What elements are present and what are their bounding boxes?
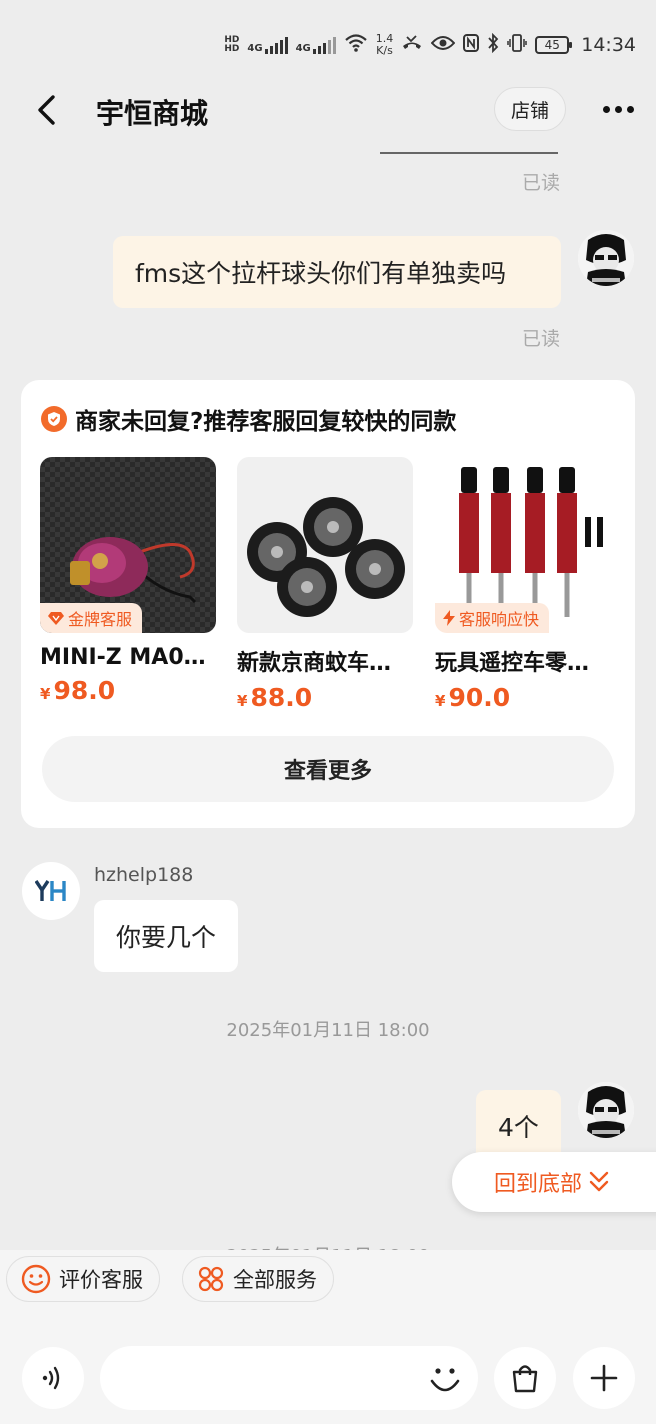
bluetooth-icon xyxy=(487,32,499,58)
product-card[interactable]: 新款京商蚊车… ¥88.0 xyxy=(237,457,415,712)
clock: 14:34 xyxy=(581,34,636,56)
message-timestamp: 2025年01月11日 18:00 xyxy=(226,1020,430,1041)
bottom-panel: 评价客服 全部服务 xyxy=(0,1250,656,1424)
product-price: ¥98.0 xyxy=(40,676,116,705)
seller-message-bubble[interactable]: 你要几个 xyxy=(94,900,239,972)
emoji-button[interactable] xyxy=(424,1358,466,1400)
double-chevron-down-icon xyxy=(589,1171,609,1192)
chat-header: 宇恒商城 店铺 xyxy=(0,80,656,142)
read-status: 已读 xyxy=(521,328,560,350)
dot-icon xyxy=(626,105,634,113)
shop-button[interactable]: 店铺 xyxy=(494,87,566,131)
gold-service-badge: 金牌客服 xyxy=(40,603,143,633)
plus-icon xyxy=(590,1364,618,1392)
seller-nickname: hzhelp188 xyxy=(94,864,194,886)
shopping-bag-button[interactable] xyxy=(494,1347,556,1409)
network-speed: 1.4 K/s xyxy=(375,32,394,57)
wifi-icon xyxy=(344,33,368,58)
recommendation-header: 商家未回复?推荐客服回复较快的同款 xyxy=(41,402,456,436)
product-name: 玩具遥控车零… xyxy=(435,651,590,676)
product-price: ¥88.0 xyxy=(237,683,313,712)
product-image: 金牌客服 xyxy=(40,457,216,633)
status-bar: HD HD 4G 4G 1.4 K/s 45 14:34 xyxy=(0,0,656,80)
back-button[interactable] xyxy=(26,90,66,130)
diamond-icon xyxy=(48,612,64,625)
product-card[interactable]: 金牌客服 MINI-Z MA02… ¥98.0 xyxy=(40,457,218,705)
product-name: 新款京商蚊车… xyxy=(237,651,392,676)
hd-indicator: HD HD xyxy=(224,35,240,54)
recommendation-title: 商家未回复?推荐客服回复较快的同款 xyxy=(75,409,457,435)
message-input[interactable] xyxy=(100,1346,478,1410)
my-avatar[interactable] xyxy=(578,230,634,286)
product-price: ¥90.0 xyxy=(435,683,511,712)
scroll-to-bottom-button[interactable]: 回到底部 xyxy=(452,1152,656,1212)
voice-icon xyxy=(42,1366,60,1390)
read-status: 已读 xyxy=(521,172,560,194)
recommendation-card: 商家未回复?推荐客服回复较快的同款 金牌客服 MINI-Z MA02… ¥ 98… xyxy=(21,380,635,828)
emoji-icon xyxy=(430,1368,460,1392)
services-grid-icon xyxy=(198,1266,224,1292)
vibrate-icon xyxy=(507,33,527,57)
product-image xyxy=(237,457,413,633)
nfc-icon xyxy=(463,33,480,57)
eye-icon xyxy=(430,35,456,56)
more-options-button[interactable] xyxy=(596,94,640,124)
shopping-bag-icon xyxy=(512,1365,538,1393)
voice-button[interactable] xyxy=(22,1347,84,1409)
my-avatar[interactable] xyxy=(578,1082,634,1138)
missed-call-icon xyxy=(401,34,423,57)
user-avatar-icon xyxy=(578,230,634,286)
shield-check-icon xyxy=(41,406,67,432)
all-services-button[interactable]: 全部服务 xyxy=(182,1256,334,1302)
lightning-icon xyxy=(443,610,455,626)
user-avatar-icon xyxy=(578,1082,634,1138)
product-image: 客服响应快 xyxy=(435,457,611,633)
seller-avatar[interactable] xyxy=(22,862,80,920)
chevron-left-icon xyxy=(38,95,55,125)
fast-response-badge: 客服响应快 xyxy=(435,603,550,633)
my-message-bubble[interactable]: fms这个拉杆球头你们有单独卖吗 xyxy=(113,236,561,308)
rate-service-button[interactable]: 评价客服 xyxy=(6,1256,160,1302)
product-card[interactable]: 客服响应快 玩具遥控车零… ¥90.0 xyxy=(435,457,613,712)
input-bar xyxy=(0,1346,656,1410)
cut-off-message xyxy=(380,152,558,154)
view-more-button[interactable]: 查看更多 xyxy=(42,736,614,802)
message-list[interactable]: 已读 fms这个拉杆球头你们有单独卖吗 已读 商家未回复?推荐客服回复较快的同款 xyxy=(0,142,656,1250)
dot-icon xyxy=(602,105,610,113)
signal-icon-sim2: 4G xyxy=(296,36,336,54)
smile-icon xyxy=(21,1264,51,1294)
page-title: 宇恒商城 xyxy=(96,97,209,130)
product-name: MINI-Z MA02… xyxy=(40,645,216,670)
signal-icon-sim1: 4G xyxy=(247,36,288,54)
yh-logo-icon xyxy=(35,880,66,901)
add-button[interactable] xyxy=(573,1347,635,1409)
message-timestamp: 2025年01月11日 18:00 xyxy=(0,1242,656,1250)
battery-icon: 45 xyxy=(535,36,573,54)
dot-icon xyxy=(614,105,622,113)
